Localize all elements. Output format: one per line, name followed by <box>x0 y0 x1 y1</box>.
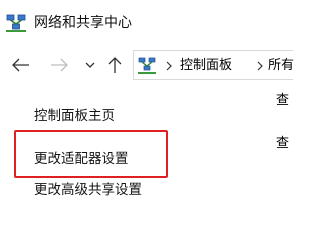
address-bar[interactable]: 控制面板 所有 <box>133 50 294 80</box>
forward-arrow-icon[interactable] <box>48 54 70 76</box>
sidebar-link-change-advanced-sharing[interactable]: 更改高级共享设置 <box>34 182 142 199</box>
sidebar-link-control-panel-home[interactable]: 控制面板主页 <box>34 108 115 125</box>
title-bar: 网络和共享中心 <box>0 0 283 46</box>
breadcrumb-all-items[interactable]: 所有 <box>268 58 294 74</box>
control-panel-icon <box>138 57 156 75</box>
up-arrow-icon[interactable] <box>104 54 126 76</box>
network-sharing-center-icon <box>6 13 26 33</box>
breadcrumb-separator-icon[interactable] <box>255 58 265 72</box>
window-title: 网络和共享中心 <box>34 15 132 31</box>
main-text-fragment[interactable]: 查 <box>276 93 289 109</box>
back-arrow-icon[interactable] <box>10 54 32 76</box>
breadcrumb-control-panel[interactable]: 控制面板 <box>180 58 232 74</box>
main-text-fragment[interactable]: 查 <box>276 136 289 152</box>
sidebar-link-change-adapter-settings[interactable]: 更改适配器设置 <box>34 151 129 168</box>
chevron-down-icon[interactable] <box>82 54 98 76</box>
navigation-bar: 控制面板 所有 <box>0 46 294 84</box>
breadcrumb-separator-icon[interactable] <box>164 58 174 72</box>
